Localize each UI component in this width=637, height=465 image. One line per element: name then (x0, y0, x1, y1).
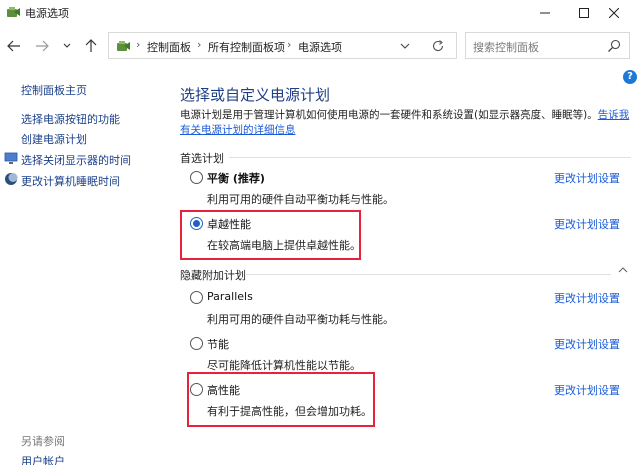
minimize-icon (540, 12, 550, 14)
sidebar-item-sleep-time[interactable]: 更改计算机睡眠时间 (21, 173, 120, 189)
help-icon[interactable]: ? (623, 70, 637, 84)
plan-description: 利用可用的硬件自动平衡功耗与性能。 (207, 313, 394, 326)
sidebar-item-power-buttons[interactable]: 选择电源按钮的功能 (21, 111, 120, 127)
change-plan-settings-link[interactable]: 更改计划设置 (554, 290, 620, 306)
plan-description: 尽可能降低计算机性能以节能。 (207, 359, 361, 372)
close-button[interactable] (591, 0, 637, 26)
chevron-up-icon[interactable] (617, 265, 629, 275)
sidebar-item-display-off[interactable]: 选择关闭显示器的时间 (21, 152, 131, 168)
up-button[interactable] (81, 36, 101, 56)
plan-description: 利用可用的硬件自动平衡功耗与性能。 (207, 193, 394, 206)
address-bar[interactable]: › 控制面板 › 所有控制面板项 › 电源选项 (108, 32, 457, 59)
up-arrow-icon (85, 39, 97, 52)
window-title: 电源选项 (25, 7, 69, 20)
change-plan-settings-link[interactable]: 更改计划设置 (554, 336, 620, 352)
breadcrumb-separator-icon: › (197, 38, 202, 51)
description-text: 电源计划是用于管理计算机如何使用电源的一套硬件和系统设置(如显示器亮度、睡眠等)… (180, 109, 598, 121)
power-options-icon (115, 38, 131, 54)
close-icon (609, 8, 619, 18)
plan-name: 卓越性能 (207, 218, 251, 231)
page-description: 电源计划是用于管理计算机如何使用电源的一套硬件和系统设置(如显示器亮度、睡眠等)… (180, 108, 630, 138)
display-shield-icon (4, 151, 18, 165)
chevron-down-icon (63, 43, 71, 48)
address-dropdown-button[interactable] (399, 40, 411, 52)
change-plan-settings-link[interactable]: 更改计划设置 (554, 216, 620, 232)
title-bar: 电源选项 (0, 0, 637, 26)
plan-description: 在较高端电脑上提供卓越性能。 (207, 239, 361, 252)
chevron-down-icon (400, 43, 410, 49)
refresh-button[interactable] (431, 39, 445, 53)
plan-name: 节能 (207, 338, 229, 351)
divider (246, 274, 611, 275)
search-icon (607, 39, 621, 53)
plan-name: 高性能 (207, 384, 240, 397)
plan-name: 平衡 (推荐) (207, 172, 265, 185)
maximize-icon (579, 8, 589, 18)
breadcrumb-item[interactable]: 所有控制面板项 (208, 39, 285, 55)
power-options-icon (5, 4, 21, 20)
plan-radio[interactable] (190, 291, 203, 304)
page-title: 选择或自定义电源计划 (180, 86, 331, 104)
plan-radio[interactable] (190, 383, 203, 396)
breadcrumb-separator-icon: › (287, 38, 292, 51)
plan-radio[interactable] (190, 337, 203, 350)
forward-button[interactable] (32, 36, 52, 56)
back-arrow-icon (7, 40, 20, 52)
control-panel-home-link[interactable]: 控制面板主页 (21, 82, 87, 98)
breadcrumb-separator-icon: › (136, 38, 141, 51)
change-plan-settings-link[interactable]: 更改计划设置 (554, 382, 620, 398)
moon-icon (4, 172, 18, 186)
divider (229, 157, 631, 158)
navigation-bar: › 控制面板 › 所有控制面板项 › 电源选项 搜索控制面板 (0, 30, 637, 62)
breadcrumb-item[interactable]: 电源选项 (298, 39, 342, 55)
recent-locations-button[interactable] (57, 36, 77, 56)
refresh-icon (432, 40, 444, 52)
plan-name: Parallels (207, 290, 253, 303)
plan-radio[interactable] (190, 171, 203, 184)
hidden-plans-heading: 隐藏附加计划 (180, 269, 246, 282)
see-also-heading: 另请参阅 (21, 435, 65, 448)
search-placeholder: 搜索控制面板 (473, 41, 539, 54)
search-input[interactable]: 搜索控制面板 (465, 32, 630, 59)
preferred-plans-heading: 首选计划 (180, 152, 224, 165)
forward-arrow-icon (36, 40, 49, 52)
change-plan-settings-link[interactable]: 更改计划设置 (554, 170, 620, 186)
sidebar-item-create-plan[interactable]: 创建电源计划 (21, 131, 87, 147)
back-button[interactable] (4, 36, 24, 56)
sidebar-item-user-accounts[interactable]: 用户帐户 (21, 453, 65, 465)
plan-radio-selected[interactable] (190, 217, 203, 230)
breadcrumb-item[interactable]: 控制面板 (147, 39, 191, 55)
plan-description: 有利于提高性能，但会增加功耗。 (207, 405, 372, 418)
